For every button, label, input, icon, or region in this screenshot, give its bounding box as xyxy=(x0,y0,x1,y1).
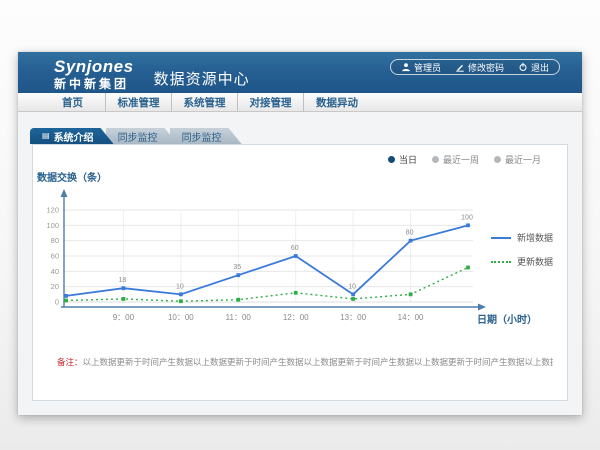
svg-text:100: 100 xyxy=(461,214,473,221)
brand-logo-company: 新中新集团 xyxy=(54,78,134,90)
svg-text:9：00: 9：00 xyxy=(113,313,135,322)
nav-item[interactable]: 对接管理 xyxy=(238,93,304,111)
content-area: ▤系统介绍同步监控同步监控 当日最近一周最近一月 数据交换（条） 0204060… xyxy=(18,112,582,415)
svg-text:12：00: 12：00 xyxy=(283,313,309,322)
x-axis-title: 日期（小时） xyxy=(477,311,537,326)
tab-label: 同步监控 xyxy=(118,129,158,144)
legend-label: 更新数据 xyxy=(517,255,553,268)
legend-item: 新增数据 xyxy=(491,231,553,244)
tab-bar: ▤ 系统介绍 同步监控 同步监控 xyxy=(30,128,234,144)
svg-text:35: 35 xyxy=(233,264,241,271)
svg-text:20: 20 xyxy=(51,282,59,291)
document-icon: ▤ xyxy=(42,132,50,140)
user-action-label: 修改密码 xyxy=(468,61,504,74)
tab-1[interactable]: 同步监控 xyxy=(106,128,178,144)
user-action-label: 管理员 xyxy=(414,61,441,74)
svg-text:10: 10 xyxy=(176,283,184,290)
edit-icon xyxy=(455,62,465,72)
app-window: Synjones 新中新集团 数据资源中心 管理员修改密码退出 首页标准管理系统… xyxy=(18,52,582,415)
tab-0[interactable]: ▤ 系统介绍 xyxy=(30,128,114,144)
user-icon xyxy=(401,62,411,72)
app-header: Synjones 新中新集团 数据资源中心 管理员 修改密码 退出 xyxy=(18,52,582,93)
tab-2[interactable]: 同步监控 xyxy=(170,128,242,144)
svg-text:10：00: 10：00 xyxy=(168,313,194,322)
user-action-user[interactable]: 管理员 xyxy=(401,61,441,74)
brand-logo-name: Synjones xyxy=(54,58,134,75)
legend-line-sample xyxy=(491,261,511,263)
series-line-updated xyxy=(66,268,468,302)
legend-item: 更新数据 xyxy=(491,255,553,268)
svg-text:80: 80 xyxy=(51,236,59,245)
page-title: 数据资源中心 xyxy=(154,68,250,89)
chart-card: 当日最近一周最近一月 数据交换（条） 020406080100120181035… xyxy=(32,144,568,401)
legend-label: 新增数据 xyxy=(517,231,553,244)
svg-text:11：00: 11：00 xyxy=(226,313,252,322)
nav-item[interactable]: 数据异动 xyxy=(304,93,370,111)
svg-text:13：00: 13：00 xyxy=(340,313,366,322)
svg-text:120: 120 xyxy=(46,206,59,215)
chart-legend: 新增数据更新数据 xyxy=(491,231,553,268)
power-icon xyxy=(518,62,528,72)
svg-text:40: 40 xyxy=(51,267,59,276)
brand-logo: Synjones 新中新集团 xyxy=(54,58,134,90)
svg-text:60: 60 xyxy=(291,245,299,252)
legend-line-sample xyxy=(491,237,511,239)
footnote-text: 以上数据更新于时间产生数据以上数据更新于时间产生数据以上数据更新于时间产生数据以… xyxy=(83,357,553,367)
svg-text:14：00: 14：00 xyxy=(398,313,424,322)
svg-text:18: 18 xyxy=(119,277,127,284)
nav-item[interactable]: 系统管理 xyxy=(172,93,238,111)
svg-text:80: 80 xyxy=(406,230,414,237)
user-action-label: 退出 xyxy=(531,61,549,74)
footnote: 备注：以上数据更新于时间产生数据以上数据更新于时间产生数据以上数据更新于时间产生… xyxy=(57,356,553,368)
tab-label: 同步监控 xyxy=(182,129,222,144)
svg-text:0: 0 xyxy=(55,298,59,307)
user-action-edit[interactable]: 修改密码 xyxy=(455,61,504,74)
nav-item[interactable]: 标准管理 xyxy=(106,93,172,111)
svg-text:100: 100 xyxy=(46,221,59,230)
svg-text:10: 10 xyxy=(348,283,356,290)
footnote-prefix: 备注： xyxy=(57,357,83,367)
user-toolbar: 管理员 修改密码 退出 xyxy=(390,59,560,75)
user-action-power[interactable]: 退出 xyxy=(518,61,549,74)
svg-text:60: 60 xyxy=(51,252,59,261)
main-nav: 首页标准管理系统管理对接管理数据异动 xyxy=(18,93,582,112)
tab-label: 系统介绍 xyxy=(54,129,94,144)
nav-item[interactable]: 首页 xyxy=(40,93,106,111)
